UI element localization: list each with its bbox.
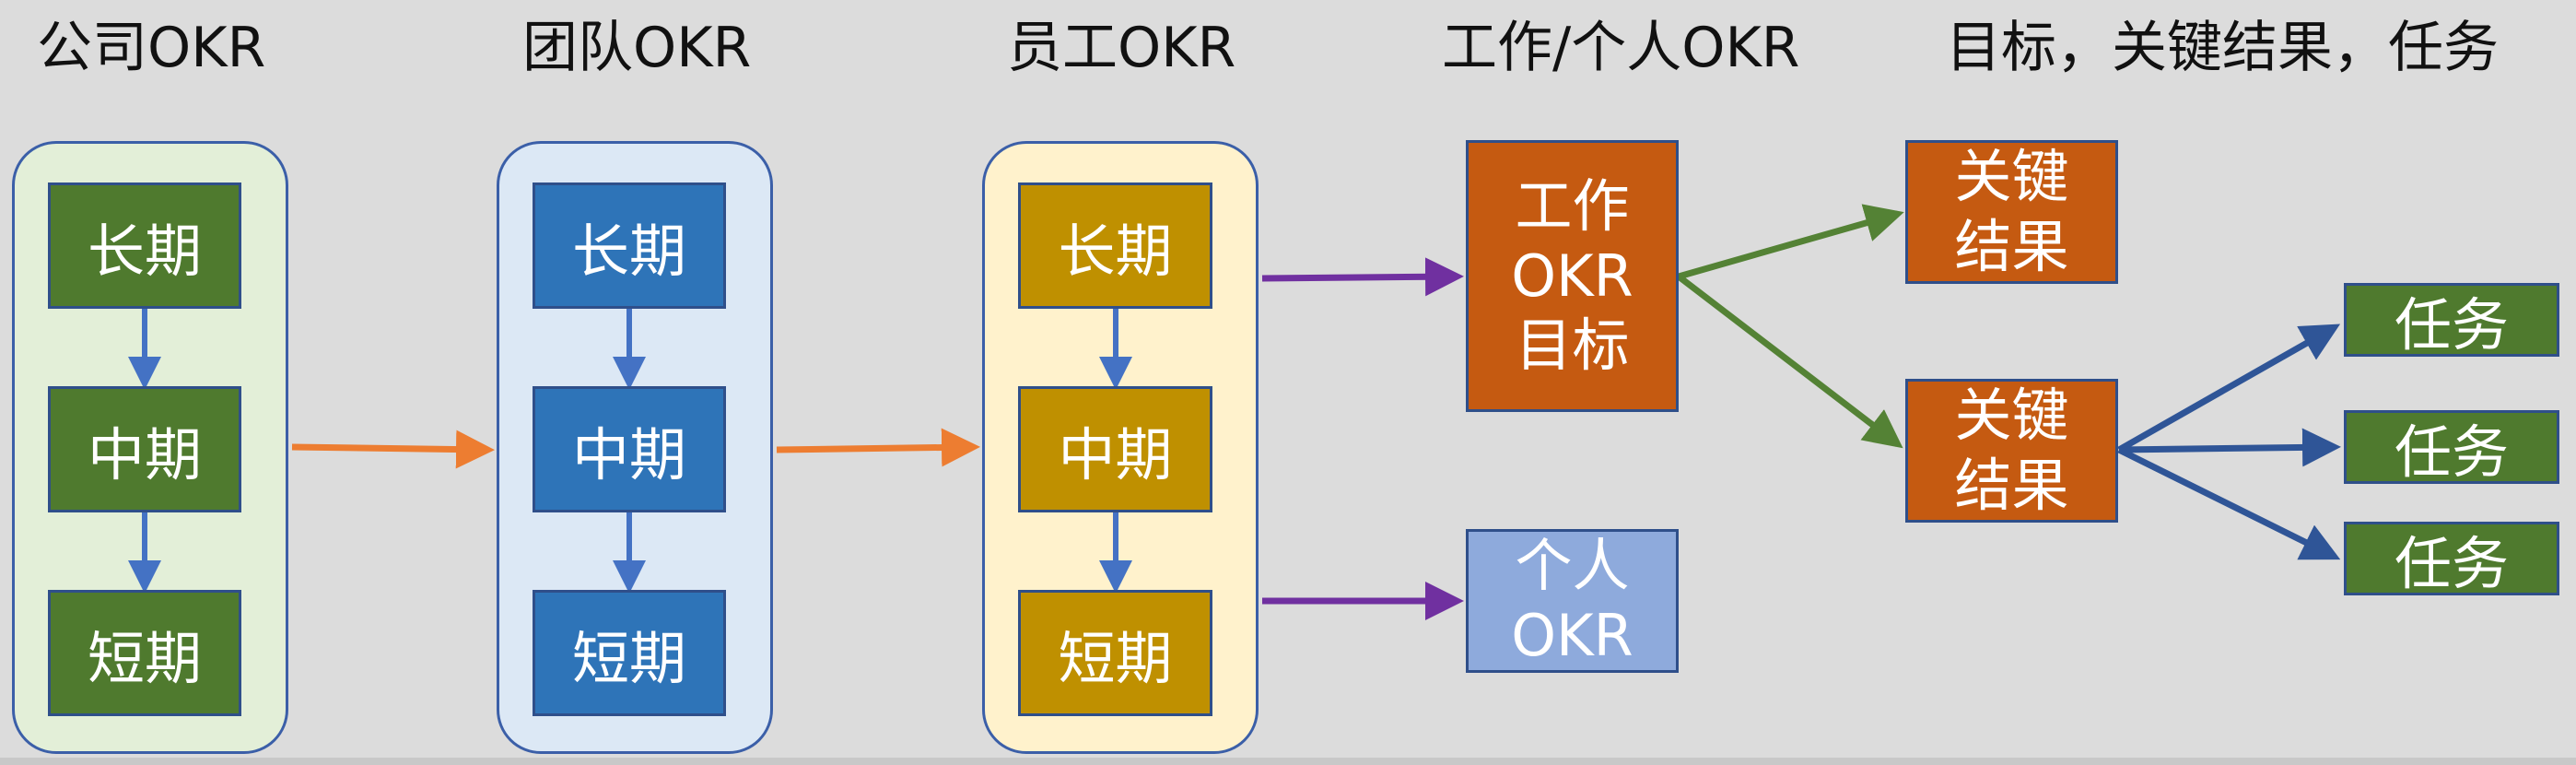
company-long-term-box: 长期: [48, 182, 241, 309]
arrow-kr-to-task-3: [2117, 446, 2341, 560]
company-mid-term-box: 中期: [48, 386, 241, 512]
employee-mid-term-box: 中期: [1018, 386, 1212, 512]
arrow-work-okr-to-kr-2: [1676, 274, 1903, 449]
okr-diagram: 公司OKR 团队OKR 员工OKR 工作/个人OKR 目标，关键结果，任务 长期…: [0, 0, 2576, 765]
key-result-2-line-1: 关键: [1954, 382, 2069, 450]
work-okr-line-2: OKR: [1511, 241, 1633, 310]
key-result-box-1: 关键 结果: [1905, 140, 2118, 284]
key-result-box-2: 关键 结果: [1905, 379, 2118, 523]
team-long-term-box: 长期: [533, 182, 726, 309]
arrow-employee-to-work-okr: [1261, 257, 1464, 297]
personal-okr-line-1: 个人: [1515, 532, 1630, 600]
personal-okr-line-2: OKR: [1511, 602, 1633, 669]
work-okr-line-3: 目标: [1515, 312, 1630, 380]
arrows-layer: [128, 204, 2341, 620]
task-box-1: 任务: [2344, 283, 2559, 359]
task-box-3: 任务: [2344, 522, 2559, 597]
task-box-2: 任务: [2344, 410, 2559, 486]
key-result-1-line-1: 关键: [1954, 143, 2069, 211]
work-okr-line-1: 工作: [1515, 172, 1630, 241]
key-result-1-line-2: 结果: [1954, 213, 2069, 280]
arrow-kr-to-task-1: [2117, 324, 2341, 453]
personal-okr-box: 个人 OKR: [1466, 529, 1679, 673]
employee-long-term-box: 长期: [1018, 182, 1212, 309]
team-mid-term-box: 中期: [533, 386, 726, 512]
key-result-2-line-2: 结果: [1954, 452, 2069, 519]
arrow-team-to-employee: [776, 428, 980, 467]
arrow-work-okr-to-kr-1: [1678, 204, 1904, 280]
employee-short-term-box: 短期: [1018, 590, 1212, 716]
arrow-kr-to-task-2: [2118, 428, 2341, 467]
team-short-term-box: 短期: [533, 590, 726, 716]
work-okr-goal-box: 工作 OKR 目标: [1466, 140, 1679, 412]
company-short-term-box: 短期: [48, 590, 241, 716]
arrow-company-to-team: [291, 430, 495, 469]
bottom-edge: [0, 758, 2576, 765]
